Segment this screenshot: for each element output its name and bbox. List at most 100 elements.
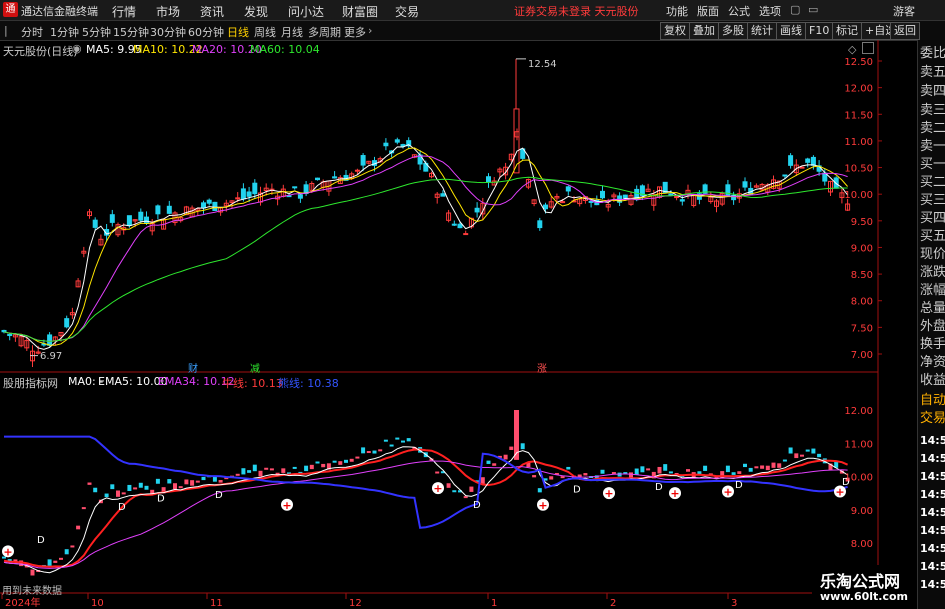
- restore-icon[interactable]: ▭: [808, 3, 818, 16]
- time-axis-label: 11: [210, 598, 223, 609]
- toolbar-toggle-icon[interactable]: |: [4, 24, 8, 37]
- menu-caifuquan[interactable]: 财富圈: [342, 3, 378, 20]
- panel-buy5[interactable]: 买五: [920, 228, 945, 245]
- indicator-name: 股朋指标网: [3, 377, 58, 390]
- minimize-icon[interactable]: ▢: [790, 3, 800, 16]
- diamond-icon[interactable]: ◇: [848, 43, 856, 56]
- menu-hangqing[interactable]: 行情: [112, 3, 136, 20]
- panel-sell1[interactable]: 卖一: [920, 138, 945, 155]
- buy-signal-icon: +: [432, 482, 444, 495]
- indicator-bar: [361, 447, 366, 454]
- panel-buy1[interactable]: 买一: [920, 156, 945, 173]
- watermark-url: www.60lt.com: [820, 590, 909, 603]
- jian-marker[interactable]: 减: [250, 360, 260, 375]
- indicator-bar: [235, 473, 240, 476]
- panel-buy4[interactable]: 买四: [920, 210, 945, 227]
- tick-time: 14:55: [920, 452, 945, 465]
- indicator-axis-label: 9.00: [851, 506, 873, 517]
- indicator-bar: [401, 440, 405, 443]
- candle: [537, 220, 543, 229]
- panel-buy2[interactable]: 买二: [920, 174, 945, 191]
- cai-marker[interactable]: 财: [188, 360, 198, 375]
- back-button[interactable]: 返回: [890, 22, 920, 40]
- panel-turnover[interactable]: 换手: [920, 336, 945, 353]
- indicator-bar: [805, 449, 810, 452]
- panel-trade[interactable]: 交易: [920, 410, 945, 427]
- panel-weibi[interactable]: 委比: [920, 45, 945, 62]
- menu-shichang[interactable]: 市场: [156, 3, 180, 20]
- biaoji-button[interactable]: 标记: [832, 22, 862, 40]
- menu-gongneng[interactable]: 功能: [666, 3, 688, 19]
- indicator-bar: [600, 469, 605, 474]
- f10-button[interactable]: F10: [805, 22, 834, 40]
- indicator-bar: [435, 471, 440, 474]
- panel-pct[interactable]: 涨幅: [920, 282, 945, 299]
- indicator-bar: [469, 486, 474, 492]
- diejia-button[interactable]: 叠加: [689, 22, 719, 40]
- price-axis-label: 12.00: [844, 84, 873, 95]
- indicator-bar: [344, 459, 348, 463]
- fuquan-button[interactable]: 复权: [660, 22, 690, 40]
- candle: [805, 158, 811, 163]
- period-30min[interactable]: 30分钟: [150, 24, 186, 40]
- panel-sell3[interactable]: 卖三: [920, 102, 945, 119]
- high-marker: 12.54: [528, 59, 557, 70]
- panel-price[interactable]: 现价: [920, 246, 945, 263]
- candle: [240, 188, 246, 200]
- indicator-bar: [640, 466, 645, 473]
- buy-signal-plus: +: [670, 487, 679, 500]
- panel-change[interactable]: 涨跌: [920, 264, 945, 281]
- panel-sell5[interactable]: 卖五: [920, 64, 945, 81]
- period-weekly[interactable]: 周线: [254, 24, 276, 40]
- time-axis-label: 1: [491, 598, 497, 609]
- duogu-button[interactable]: 多股: [718, 22, 748, 40]
- period-fenshi[interactable]: 分时: [21, 24, 43, 40]
- period-5min[interactable]: 5分钟: [82, 24, 111, 40]
- candle: [138, 211, 144, 221]
- period-monthly[interactable]: 月线: [281, 24, 303, 40]
- indicator-bar: [138, 482, 143, 488]
- period-multi[interactable]: 多周期: [308, 24, 341, 40]
- period-60min[interactable]: 60分钟: [188, 24, 224, 40]
- niu-line: [3, 448, 849, 568]
- menu-banmian[interactable]: 版面: [697, 3, 719, 19]
- tick-time: 14:56: [920, 560, 945, 573]
- panel-buy3[interactable]: 买三: [920, 192, 945, 209]
- period-more[interactable]: 更多: [344, 24, 366, 40]
- indicator-bar: [133, 487, 138, 490]
- indicator-bar: [372, 450, 377, 454]
- panel-earnings[interactable]: 收益: [920, 372, 945, 389]
- menu-wenxiaoda[interactable]: 问小达: [288, 3, 324, 20]
- menu-xuanxiang[interactable]: 选项: [759, 3, 781, 19]
- menu-gongshi[interactable]: 公式: [728, 3, 750, 19]
- buy-signal-plus: +: [282, 499, 291, 512]
- panel-volume[interactable]: 总量: [920, 300, 945, 317]
- tongji-button[interactable]: 统计: [747, 22, 777, 40]
- more-chevron-icon[interactable]: ›: [368, 24, 372, 37]
- tick-time: 14:55: [920, 470, 945, 483]
- menu-zixun[interactable]: 资讯: [200, 3, 224, 20]
- panel-sell4[interactable]: 卖四: [920, 83, 945, 100]
- menu-faxian[interactable]: 发现: [244, 3, 268, 20]
- indicator-bar: [218, 480, 223, 483]
- panel-sell2[interactable]: 卖二: [920, 120, 945, 137]
- period-daily[interactable]: 日线: [227, 24, 249, 40]
- indicator-bar: [566, 466, 571, 470]
- user-guest[interactable]: 游客: [893, 3, 915, 19]
- login-warning[interactable]: 证券交易未登录 天元股份: [514, 3, 639, 19]
- menu-jiaoyi[interactable]: 交易: [395, 3, 419, 20]
- zhang-marker[interactable]: 涨: [537, 360, 547, 375]
- buy-signal-plus: +: [723, 485, 732, 498]
- huaxian-button[interactable]: 画线: [776, 22, 806, 40]
- panel-outer[interactable]: 外盘: [920, 318, 945, 335]
- panel-netasset[interactable]: 净资: [920, 354, 945, 371]
- period-15min[interactable]: 15分钟: [113, 24, 149, 40]
- candle: [252, 182, 258, 195]
- settings-circle-icon[interactable]: ◉: [72, 42, 82, 55]
- period-1min[interactable]: 1分钟: [50, 24, 79, 40]
- kline-chart[interactable]: DDD DDD D D D+++++ + + + 12.5012.0011.5011.0010…: [0, 40, 917, 609]
- maximize-icon[interactable]: [862, 42, 874, 54]
- indicator-bar: [725, 465, 730, 473]
- panel-auto[interactable]: 自动: [920, 392, 945, 409]
- buy-signal-plus: +: [835, 485, 844, 498]
